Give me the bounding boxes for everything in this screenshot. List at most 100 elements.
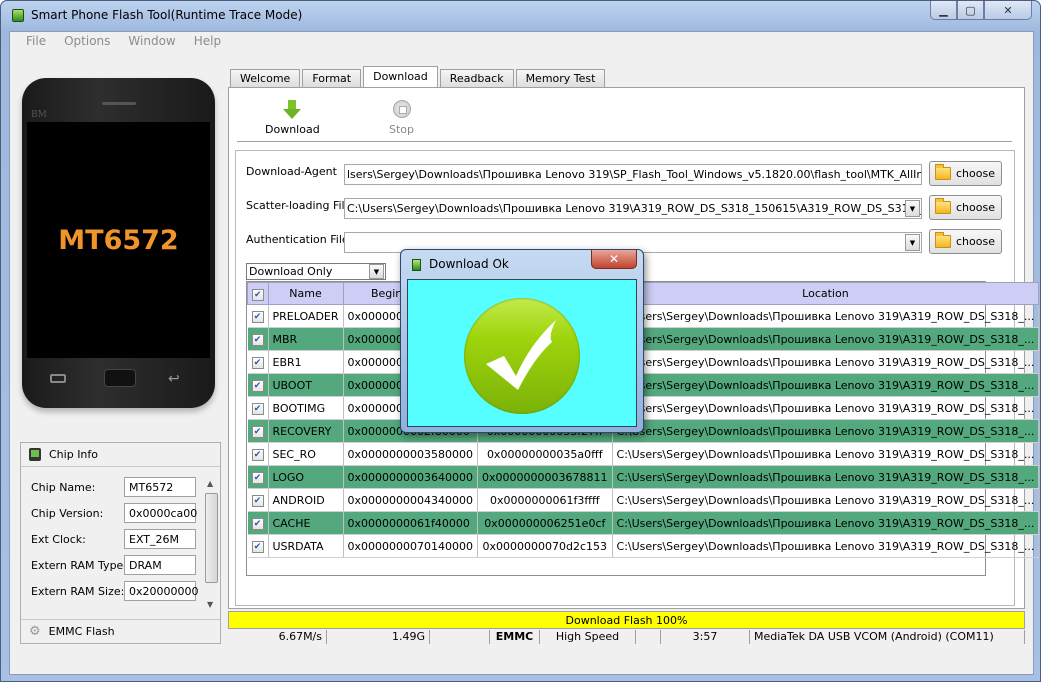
row-checkbox-cell[interactable]: ✔ — [247, 442, 269, 466]
scatter-file-input[interactable]: C:\Users\Sergey\Downloads\Прошивка Lenov… — [344, 198, 922, 219]
gear-icon: ⚙ — [29, 624, 41, 639]
ext-clock-value[interactable]: EXT_26M — [124, 529, 196, 549]
partition-name: UBOOT — [268, 373, 344, 397]
location-column-header[interactable]: Location — [611, 282, 1040, 305]
begin-address: 0x0000000070140000 — [343, 534, 479, 558]
name-column-header[interactable]: Name — [267, 282, 344, 305]
dialog-close-button[interactable]: ✕ — [591, 250, 637, 269]
table-row[interactable]: ✔ SEC_RO 0x0000000003580000 0x00000000035a0… — [247, 442, 1040, 466]
row-checkbox[interactable]: ✔ — [251, 380, 264, 392]
download-button-label: Download — [265, 123, 320, 136]
maximize-icon: ▢ — [965, 3, 976, 17]
choose-scatter-button[interactable]: choose — [929, 195, 1002, 220]
row-checkbox[interactable]: ✔ — [251, 426, 264, 438]
begin-address: 0x0000000003640000 — [343, 465, 479, 489]
mode-dropdown-icon[interactable]: ▼ — [369, 264, 384, 279]
row-checkbox-cell[interactable]: ✔ — [247, 373, 269, 397]
table-row[interactable]: ✔ USRDATA 0x0000000070140000 0x0000000070d2… — [247, 534, 1040, 558]
scroll-thumb[interactable] — [205, 493, 218, 583]
row-checkbox-cell[interactable]: ✔ — [247, 350, 269, 374]
scroll-down-icon[interactable]: ▼ — [207, 600, 213, 609]
status-bar: 6.67M/s 1.49G EMMC High Speed 3:57 Media… — [228, 630, 1025, 644]
menu-help[interactable]: Help — [185, 32, 230, 52]
scroll-up-icon[interactable]: ▲ — [207, 479, 213, 488]
minimize-button[interactable]: ▁ — [930, 1, 957, 20]
chip-name-value[interactable]: MT6572 — [124, 477, 196, 497]
chip-field-row: Chip Version: 0x0000ca00 — [31, 503, 206, 525]
title-bar[interactable]: Smart Phone Flash Tool(Runtime Trace Mod… — [1, 1, 1040, 29]
chip-version-label: Chip Version: — [31, 507, 104, 520]
dialog-body — [407, 279, 637, 427]
chip-field-row: Chip Name: MT6572 — [31, 477, 206, 499]
row-checkbox-cell[interactable]: ✔ — [247, 534, 269, 558]
chip-version-value[interactable]: 0x0000ca00 — [124, 503, 197, 523]
scatter-dropdown-icon[interactable]: ▼ — [905, 200, 920, 217]
chip-field-row: Extern RAM Size: 0x20000000 — [31, 581, 206, 603]
chip-info-scrollbar[interactable]: ▲ ▼ — [205, 479, 218, 609]
status-blank-2 — [636, 630, 661, 644]
stop-button[interactable]: Stop — [389, 100, 414, 136]
row-checkbox[interactable]: ✔ — [251, 449, 264, 461]
status-speed: 6.67M/s — [228, 630, 327, 644]
tab-readback[interactable]: Readback — [439, 69, 514, 88]
status-storage: EMMC — [490, 630, 540, 644]
menu-window[interactable]: Window — [119, 32, 184, 52]
select-all-checkbox[interactable]: ✔ — [251, 288, 264, 301]
row-checkbox-cell[interactable]: ✔ — [247, 465, 269, 489]
row-checkbox[interactable]: ✔ — [251, 541, 264, 553]
table-row[interactable]: ✔ LOGO 0x0000000003640000 0x000000000367881… — [247, 465, 1040, 489]
download-button[interactable]: Download — [265, 100, 320, 136]
tab-memory-test[interactable]: Memory Test — [515, 69, 606, 88]
folder-icon — [935, 198, 951, 214]
select-all-header[interactable]: ✔ — [247, 282, 269, 305]
partition-location: C:\Users\Sergey\Downloads\Прошивка Lenov… — [612, 465, 1040, 489]
row-checkbox[interactable]: ✔ — [251, 357, 264, 369]
row-checkbox-cell[interactable]: ✔ — [247, 488, 269, 512]
ram-type-value[interactable]: DRAM — [124, 555, 196, 575]
partition-name: PRELOADER — [268, 304, 344, 328]
app-icon — [12, 9, 24, 22]
auth-dropdown-icon[interactable]: ▼ — [905, 234, 920, 251]
row-checkbox[interactable]: ✔ — [251, 334, 264, 346]
tab-download[interactable]: Download — [363, 66, 438, 88]
tab-welcome[interactable]: Welcome — [230, 69, 301, 88]
partition-location: C:\Users\Sergey\Downloads\Прошивка Lenov… — [612, 350, 1040, 374]
row-checkbox-cell[interactable]: ✔ — [247, 396, 269, 420]
row-checkbox-cell[interactable]: ✔ — [247, 419, 269, 443]
row-checkbox-cell[interactable]: ✔ — [247, 304, 269, 328]
row-checkbox[interactable]: ✔ — [251, 403, 264, 415]
table-row[interactable]: ✔ CACHE 0x0000000061f40000 0x000000006251e0… — [247, 511, 1040, 535]
chip-info-header[interactable]: Chip Info — [21, 443, 220, 467]
row-checkbox[interactable]: ✔ — [251, 311, 264, 323]
chip-info-icon — [29, 448, 41, 461]
partition-name: CACHE — [268, 511, 344, 535]
dialog-app-icon — [412, 259, 421, 271]
phone-brand: BM — [31, 110, 47, 120]
row-checkbox[interactable]: ✔ — [251, 495, 264, 507]
ram-size-value[interactable]: 0x20000000 — [124, 581, 199, 601]
table-row[interactable]: ✔ ANDROID 0x0000000004340000 0x0000000061f3… — [247, 488, 1040, 512]
row-checkbox[interactable]: ✔ — [251, 472, 264, 484]
status-blank — [430, 630, 490, 644]
folder-icon — [935, 232, 951, 248]
row-checkbox-cell[interactable]: ✔ — [247, 511, 269, 535]
tab-format[interactable]: Format — [302, 69, 362, 88]
menu-file[interactable]: File — [17, 32, 55, 52]
end-address: 0x0000000061f3ffff — [477, 488, 613, 512]
end-address: 0x0000000070d2c153 — [477, 534, 613, 558]
choose-download-agent-button[interactable]: choose — [929, 161, 1002, 186]
row-checkbox[interactable]: ✔ — [251, 518, 264, 530]
choose-auth-button[interactable]: choose — [929, 229, 1002, 254]
maximize-button[interactable]: ▢ — [957, 1, 984, 20]
partition-name: MBR — [268, 327, 344, 351]
folder-icon — [935, 164, 951, 180]
ram-type-label: Extern RAM Type: — [31, 559, 128, 572]
begin-address: 0x0000000003580000 — [343, 442, 479, 466]
row-checkbox-cell[interactable]: ✔ — [247, 327, 269, 351]
close-button[interactable]: ✕ — [984, 1, 1032, 20]
phone-chip-label: MT6572 — [58, 224, 179, 256]
menu-options[interactable]: Options — [55, 32, 119, 52]
download-mode-select[interactable]: Download Only ▼ — [246, 263, 386, 280]
download-agent-input[interactable]: lsers\Sergey\Downloads\Прошивка Lenovo 3… — [344, 164, 922, 185]
emmc-flash-header[interactable]: ⚙ EMMC Flash — [21, 619, 220, 643]
